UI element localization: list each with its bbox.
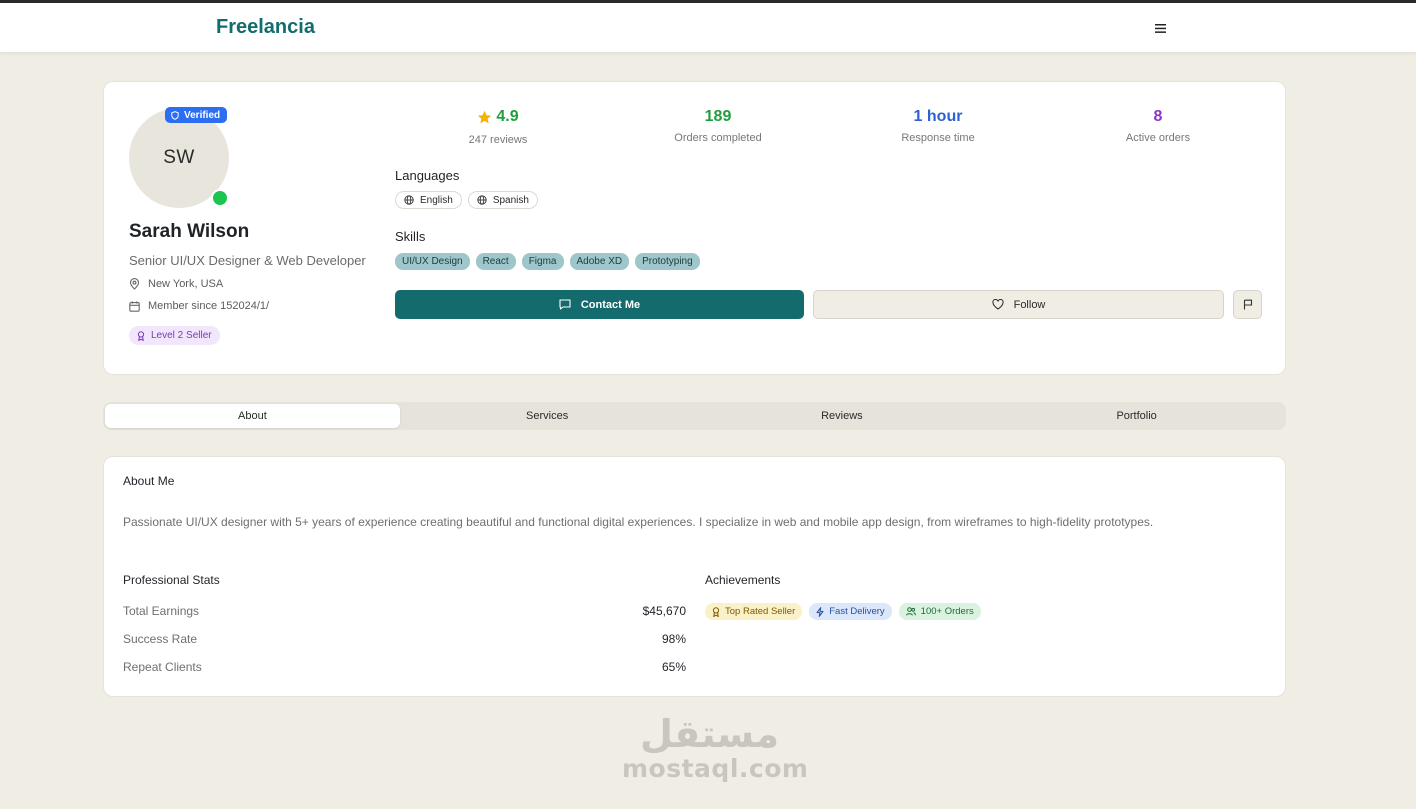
achievement-chip: 100+ Orders — [898, 603, 981, 620]
rating-value: 4.9 — [496, 108, 519, 125]
watermark-arabic: مستقل — [640, 712, 779, 756]
profile-name: Sarah Wilson — [129, 221, 250, 242]
avatar-initials: SW — [163, 147, 195, 168]
online-status-dot — [211, 189, 229, 207]
language-label: English — [420, 194, 453, 206]
verified-badge: Verified — [165, 107, 228, 123]
tab-about[interactable]: About — [105, 404, 400, 428]
brand-logo[interactable]: Freelancia — [216, 16, 315, 39]
reviews-count: 247 reviews — [468, 134, 528, 146]
message-icon — [559, 299, 571, 310]
stat-value: 98% — [661, 632, 686, 646]
language-chip: English — [395, 191, 462, 209]
professional-stats-heading: Professional Stats — [123, 573, 220, 587]
award-icon — [137, 330, 145, 341]
orders-completed-value: 189 — [704, 108, 732, 125]
flag-icon — [1243, 299, 1252, 310]
achievement-label: 100+ Orders — [920, 606, 974, 617]
profile-card: SW Verified Sarah Wilson Senior UI/UX De… — [103, 81, 1286, 375]
stat-value: 65% — [661, 660, 686, 674]
stat-active-orders: 8 Active orders — [1068, 106, 1248, 144]
stat-label: Success Rate — [123, 632, 198, 646]
globe-icon — [477, 195, 487, 205]
contact-me-button[interactable]: Contact Me — [395, 290, 804, 319]
calendar-icon — [129, 300, 140, 312]
location-text: New York, USA — [148, 278, 224, 290]
navbar: Freelancia — [0, 3, 1416, 53]
stat-row: Repeat Clients 65% — [123, 660, 686, 674]
watermark-logo: مستقل mostaql.com — [622, 712, 809, 783]
achievement-label: Fast Delivery — [829, 606, 885, 617]
skill-chip: Figma — [521, 253, 564, 270]
level-label: Level 2 Seller — [151, 330, 212, 341]
languages-list: English Spanish — [395, 191, 538, 209]
skills-list: UI/UX Design React Figma Adobe XD Protot… — [395, 253, 700, 270]
skills-heading: Skills — [395, 229, 426, 244]
language-label: Spanish — [492, 194, 529, 206]
stat-orders-completed: 189 Orders completed — [628, 106, 808, 144]
profile-title: Senior UI/UX Designer & Web Developer — [129, 253, 366, 268]
active-orders-label: Active orders — [1125, 132, 1191, 144]
globe-icon — [404, 195, 414, 205]
skill-chip: React — [475, 253, 516, 270]
stat-label: Repeat Clients — [123, 660, 202, 674]
heart-icon — [992, 299, 1004, 310]
tab-portfolio[interactable]: Portfolio — [989, 404, 1284, 428]
stat-row: Success Rate 98% — [123, 632, 686, 646]
follow-label: Follow — [1013, 298, 1046, 311]
skill-chip: Prototyping — [635, 253, 700, 270]
response-time-value: 1 hour — [913, 108, 963, 125]
stat-row: Total Earnings $45,670 — [123, 604, 686, 618]
languages-heading: Languages — [395, 168, 460, 183]
about-bio: Passionate UI/UX designer with 5+ years … — [123, 515, 1154, 529]
achievements-heading: Achievements — [705, 573, 781, 587]
users-icon — [905, 607, 916, 616]
response-time-label: Response time — [901, 132, 975, 144]
report-button[interactable] — [1233, 290, 1262, 319]
watermark-latin: mostaql.com — [622, 754, 809, 783]
contact-me-label: Contact Me — [580, 298, 641, 311]
shield-icon — [171, 110, 179, 120]
achievements-list: Top Rated Seller Fast Delivery 100+ Orde… — [705, 603, 981, 620]
member-since-row: Member since 152024/1/ — [129, 300, 269, 312]
achievement-label: Top Rated Seller — [725, 606, 796, 617]
skill-chip: UI/UX Design — [395, 253, 470, 270]
profile-tabs: About Services Reviews Portfolio — [103, 402, 1286, 430]
tab-services[interactable]: Services — [400, 404, 695, 428]
achievement-chip: Fast Delivery — [809, 603, 892, 620]
about-card: About Me Passionate UI/UX designer with … — [103, 456, 1286, 697]
skill-chip: Adobe XD — [569, 253, 630, 270]
verified-label: Verified — [184, 109, 221, 121]
language-chip: Spanish — [467, 191, 538, 209]
orders-completed-label: Orders completed — [674, 132, 762, 144]
stat-label: Total Earnings — [123, 604, 200, 618]
tab-reviews[interactable]: Reviews — [695, 404, 990, 428]
stat-rating: 4.9 247 reviews — [408, 106, 588, 146]
star-icon — [478, 110, 492, 123]
follow-button[interactable]: Follow — [813, 290, 1224, 319]
level-badge: Level 2 Seller — [129, 326, 220, 345]
member-since-text: Member since 152024/1/ — [148, 300, 270, 312]
lightning-icon — [816, 606, 824, 617]
achievement-chip: Top Rated Seller — [705, 603, 803, 620]
location-row: New York, USA — [129, 278, 223, 290]
map-pin-icon — [129, 278, 140, 290]
active-orders-value: 8 — [1153, 108, 1163, 125]
stat-value: $45,670 — [642, 604, 686, 618]
award-icon — [712, 606, 720, 617]
stat-response-time: 1 hour Response time — [848, 106, 1028, 144]
about-title: About Me — [123, 474, 175, 488]
hamburger-icon[interactable] — [1151, 17, 1169, 39]
